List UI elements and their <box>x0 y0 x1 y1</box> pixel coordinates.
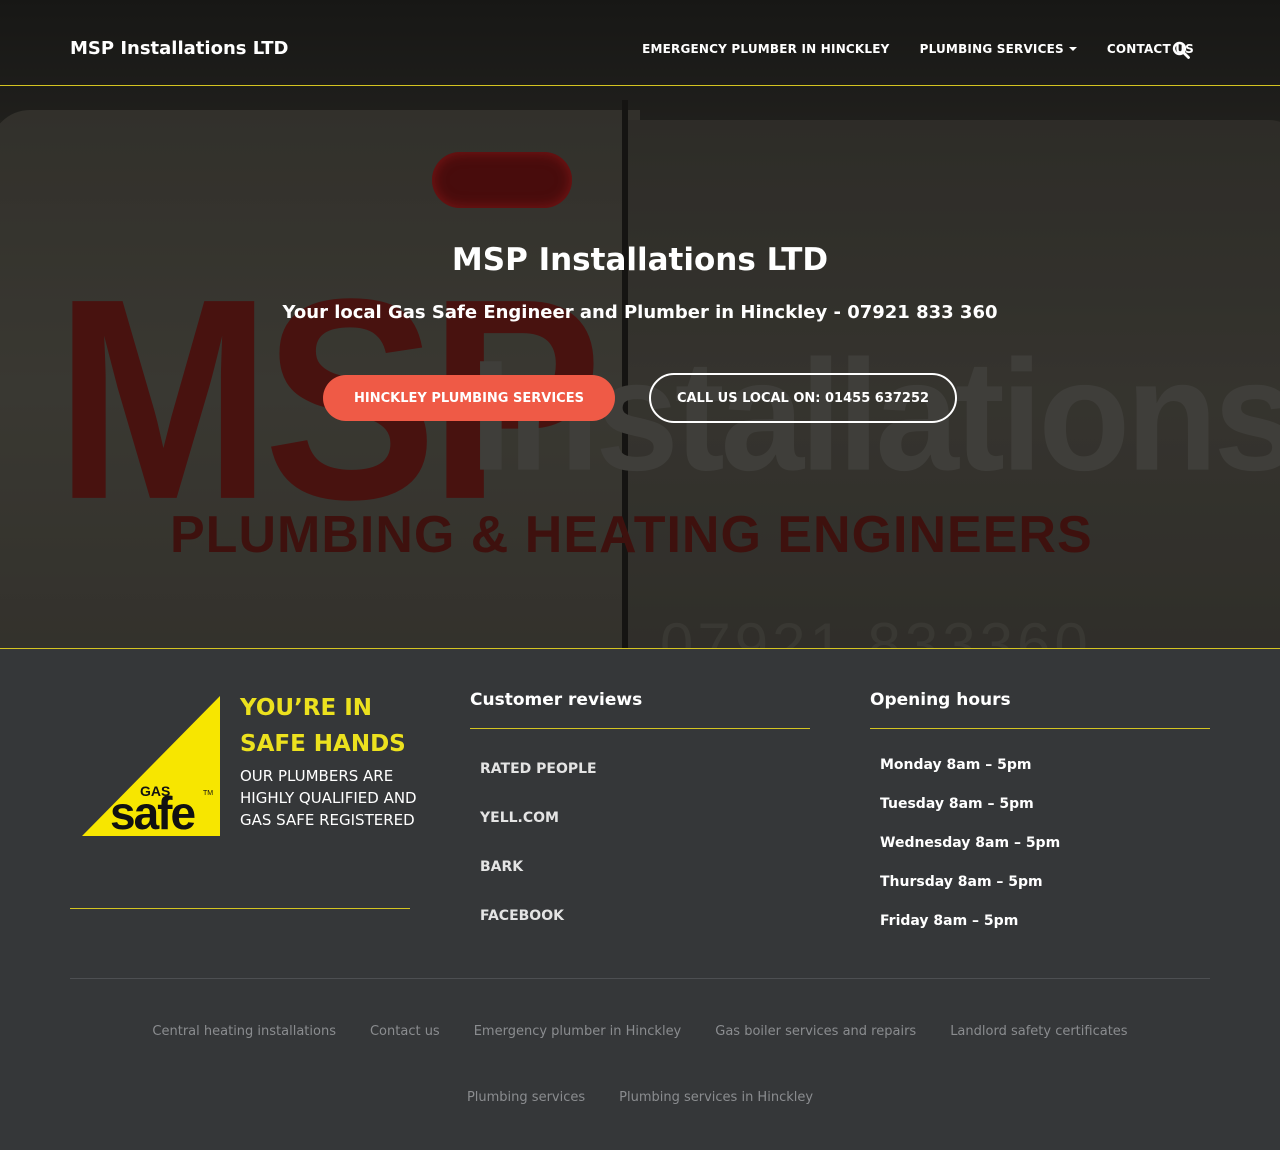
footer-link-contact-us[interactable]: Contact us <box>370 1024 440 1090</box>
gas-safe-logo: GAS safe TM <box>82 696 222 839</box>
footer-link-plumbing-hinckley[interactable]: Plumbing services in Hinckley <box>619 1090 813 1150</box>
footer-link-plumbing-services[interactable]: Plumbing services <box>467 1090 585 1150</box>
gas-safe-logo-safe: safe <box>110 787 195 836</box>
footer-divider <box>70 978 1210 979</box>
review-link-rated-people[interactable]: RATED PEOPLE <box>480 761 597 810</box>
safe-hands-heading: YOU’RE IN SAFE HANDS <box>240 690 406 762</box>
opening-hours-divider <box>870 728 1210 729</box>
footer-links-row: Plumbing services Plumbing services in H… <box>0 1090 1280 1150</box>
review-link-facebook[interactable]: FACEBOOK <box>480 908 597 957</box>
footer-link-emergency-plumber[interactable]: Emergency plumber in Hinckley <box>474 1024 682 1090</box>
footer-links-row: Central heating installations Contact us… <box>0 1024 1280 1090</box>
review-link-bark[interactable]: BARK <box>480 859 597 908</box>
call-us-button[interactable]: CALL US LOCAL ON: 01455 637252 <box>649 373 957 423</box>
caret-down-icon <box>1068 47 1077 51</box>
hinckley-plumbing-services-button[interactable]: HINCKLEY PLUMBING SERVICES <box>323 375 615 421</box>
hours-tuesday: Tuesday 8am – 5pm <box>880 796 1034 812</box>
gas-safe-logo-tm: TM <box>203 790 213 797</box>
footer-link-landlord-safety[interactable]: Landlord safety certificates <box>950 1024 1127 1090</box>
nav-plumbing-services-label: PLUMBING SERVICES <box>919 42 1064 56</box>
opening-hours-title: Opening hours <box>870 690 1011 710</box>
main-nav: EMERGENCY PLUMBER IN HINCKLEY PLUMBING S… <box>612 42 1194 56</box>
review-link-yell[interactable]: YELL.COM <box>480 810 597 859</box>
safe-hands-text: OUR PLUMBERS ARE HIGHLY QUALIFIED AND GA… <box>240 767 417 829</box>
nav-emergency-plumber[interactable]: EMERGENCY PLUMBER IN HINCKLEY <box>642 42 889 56</box>
customer-reviews-title: Customer reviews <box>470 690 643 710</box>
reviews-list: RATED PEOPLE YELL.COM BARK FACEBOOK <box>480 761 597 957</box>
footer-link-central-heating[interactable]: Central heating installations <box>152 1024 336 1090</box>
footer-link-gas-boiler[interactable]: Gas boiler services and repairs <box>715 1024 916 1090</box>
hours-thursday: Thursday 8am – 5pm <box>880 874 1043 890</box>
hero-content: MSP Installations LTD Your local Gas Saf… <box>0 0 1280 649</box>
hours-wednesday: Wednesday 8am – 5pm <box>880 835 1061 851</box>
site-header: MSP Installations LTD EMERGENCY PLUMBER … <box>0 0 1280 86</box>
site-brand-link[interactable]: MSP Installations LTD <box>70 38 288 59</box>
hero-divider <box>0 648 1280 649</box>
hours-monday: Monday 8am – 5pm <box>880 757 1032 773</box>
footer-links: Central heating installations Contact us… <box>0 1024 1280 1150</box>
nav-plumbing-services[interactable]: PLUMBING SERVICES <box>920 42 1077 56</box>
customer-reviews-divider <box>470 728 810 729</box>
opening-hours-list: Monday 8am – 5pm Tuesday 8am – 5pm Wedne… <box>880 757 1060 952</box>
hours-friday: Friday 8am – 5pm <box>880 913 1019 929</box>
search-icon[interactable] <box>1172 41 1190 59</box>
safe-heading-line2: SAFE HANDS <box>240 731 406 757</box>
safe-heading-line1: YOU’RE IN <box>240 695 373 721</box>
gas-safe-divider <box>70 908 410 909</box>
hero-subtitle: Your local Gas Safe Engineer and Plumber… <box>282 302 998 323</box>
hero-title: MSP Installations LTD <box>451 242 829 278</box>
